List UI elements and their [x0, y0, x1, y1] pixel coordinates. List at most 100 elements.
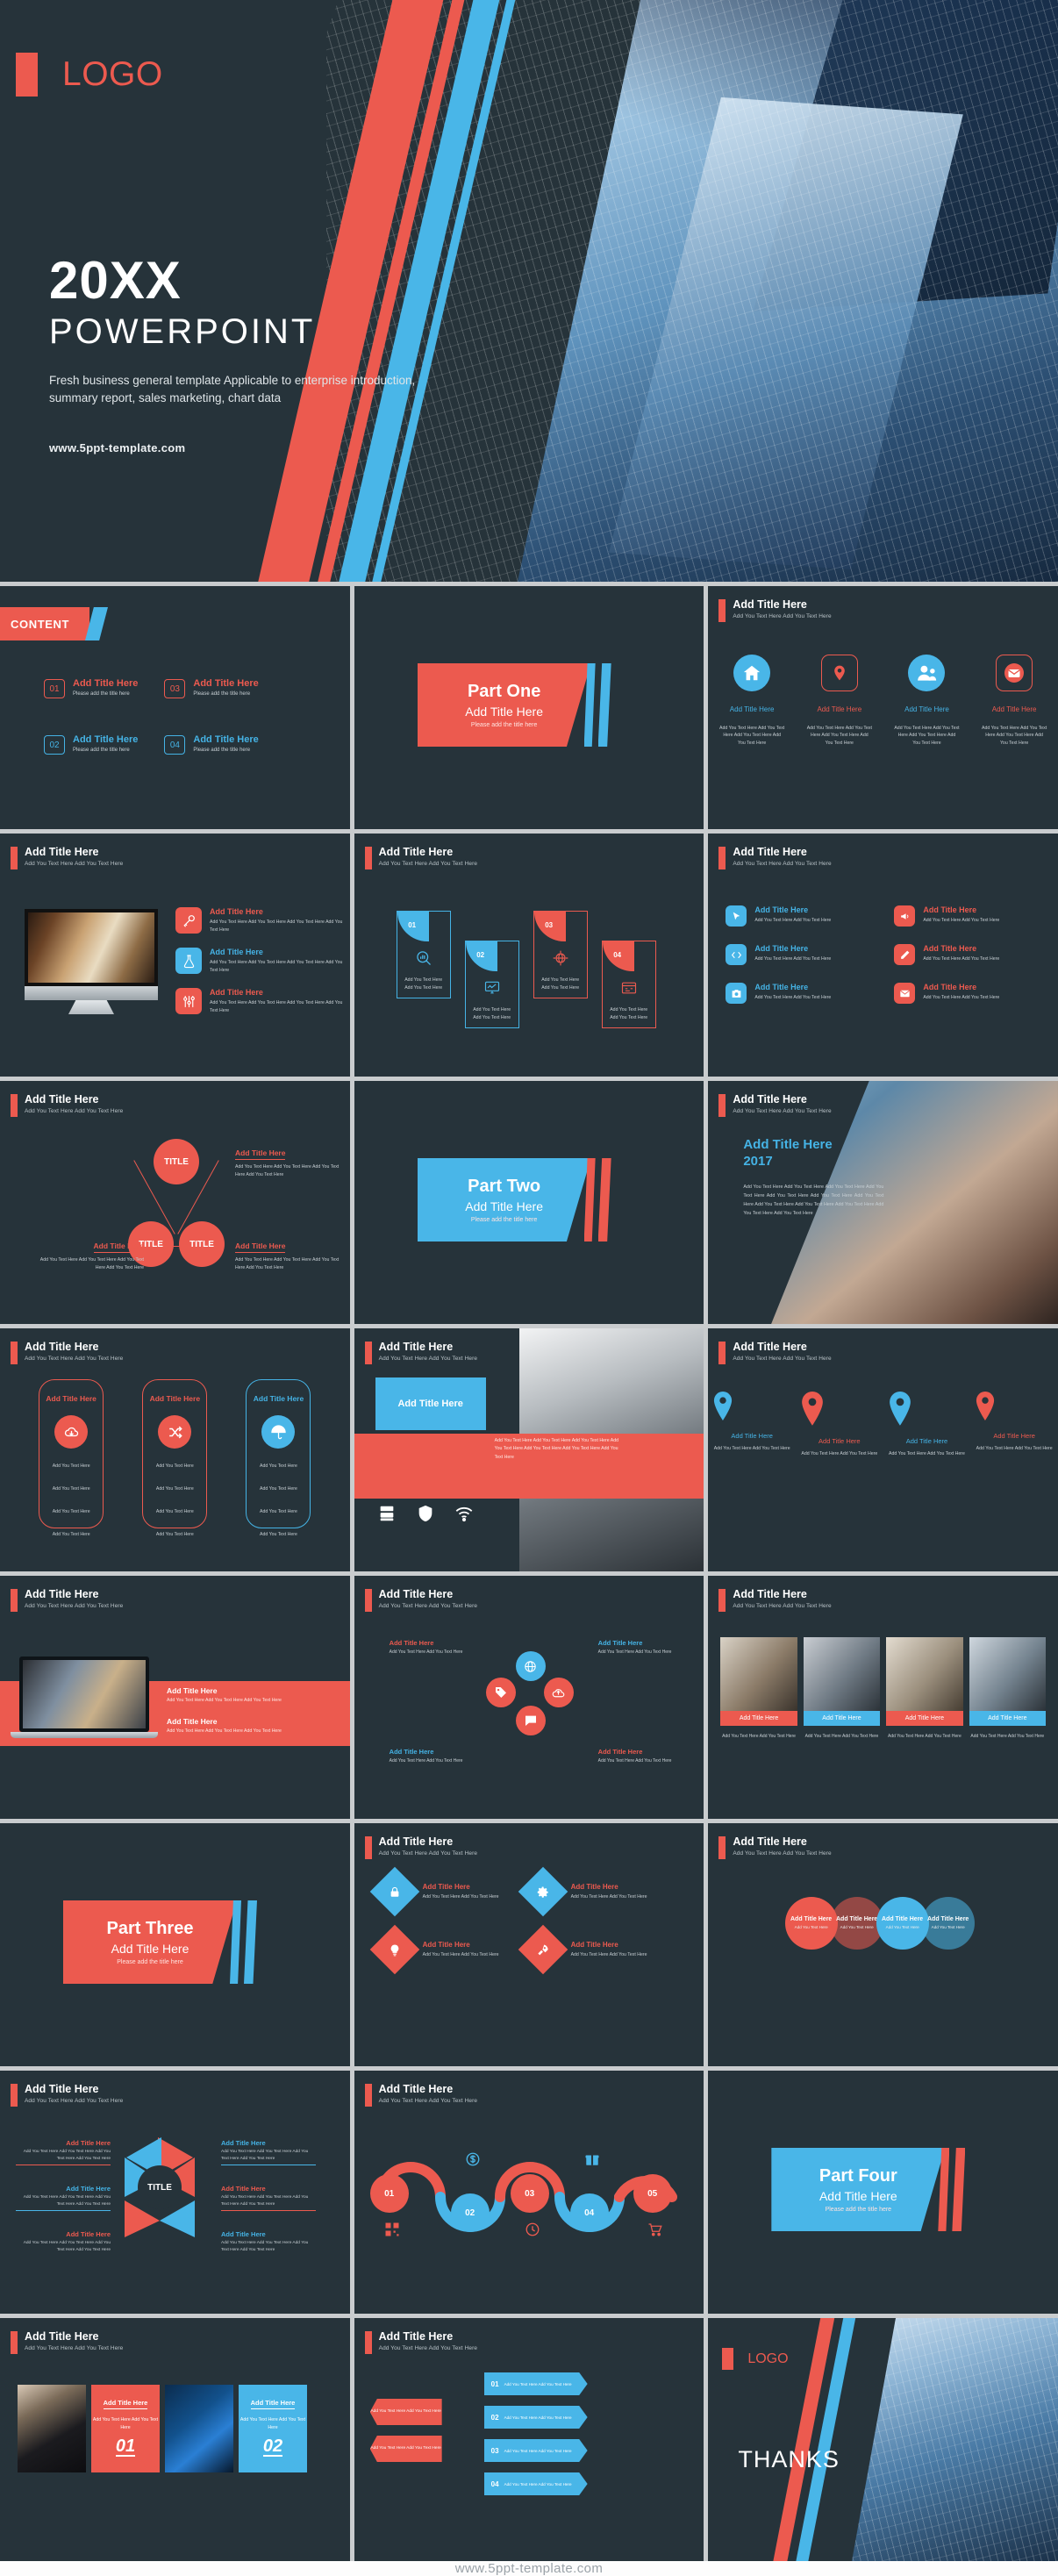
- list-item[interactable]: Add Title Here Add You Text Here Add You…: [886, 1637, 963, 1741]
- list-item[interactable]: Add Title Here Add You Text Here Add You…: [175, 988, 350, 1015]
- list-item[interactable]: Add Title Here Add You Text Here Add You…: [894, 905, 999, 927]
- thumb-text: Add You Text Here Add You Text Here: [804, 1734, 879, 1739]
- arrow-item[interactable]: Add You Text Here Add You Text Here: [369, 2436, 442, 2462]
- slide-arrows[interactable]: Add Title Here Add You Text Here Add You…: [354, 2318, 704, 2561]
- card-text: Add You Text Here: [52, 1531, 90, 1537]
- slide-thumbnails[interactable]: Add Title Here Add You Text Here Add You…: [708, 1576, 1058, 1819]
- list-item[interactable]: Add Title Here Add You Text Here Add You…: [801, 655, 878, 747]
- triangle-node[interactable]: TITLE: [154, 1139, 199, 1184]
- list-item[interactable]: Add Title Here Add You Text Here Add You…: [976, 655, 1053, 747]
- slide-band[interactable]: Add Title Here Add You Text Here Add You…: [354, 1328, 704, 1571]
- slide-dual-list[interactable]: Add Title Here Add You Text Here Add You…: [708, 834, 1058, 1077]
- list-item[interactable]: Add Title Here Add You Text Here Add You…: [239, 2385, 307, 2472]
- list-item[interactable]: Add Title Here Add You Text Here: [876, 1897, 929, 1950]
- slide-header: Add Title Here Add You Text Here Add You…: [718, 1093, 832, 1117]
- slide-laptop[interactable]: Add Title Here Add You Text Here Add You…: [0, 1576, 350, 1819]
- tag-icon[interactable]: [485, 1678, 516, 1707]
- slide-rounded-cards[interactable]: Add Title Here Add You Text Here Add You…: [0, 1328, 350, 1571]
- arrow-item[interactable]: 02 Add You Text Here Add You Text Here: [483, 2406, 588, 2429]
- slide-phone[interactable]: Add Title Here Add You Text Here Add You…: [708, 1081, 1058, 1324]
- list-item[interactable]: Add Title Here Add You Text Here: [921, 1897, 975, 1950]
- slide-diamonds[interactable]: Add Title Here Add You Text Here Add You…: [354, 1823, 704, 2066]
- slide-icons-row[interactable]: Add Title Here Add You Text Here Add You…: [708, 586, 1058, 829]
- triangle-node[interactable]: TITLE: [179, 1221, 225, 1267]
- cloud-icon[interactable]: [543, 1678, 574, 1707]
- list-item[interactable]: 01 Add You Text Here Add You Text Here: [396, 911, 451, 998]
- hero-logo[interactable]: LOGO: [16, 53, 163, 97]
- thanks-logo[interactable]: LOGO: [722, 2348, 789, 2370]
- slide-part-one[interactable]: Part One Add Title Here Please add the t…: [354, 586, 704, 829]
- list-item[interactable]: Add Title Here Add You Text Here Add You…: [713, 655, 790, 747]
- slide-part-four[interactable]: Part Four Add Title Here Please add the …: [708, 2071, 1058, 2314]
- list-item[interactable]: Add Title Here Add You Text Here: [830, 1897, 883, 1950]
- slide-triangle[interactable]: Add Title Here Add You Text Here Add You…: [0, 1081, 350, 1324]
- list-item[interactable]: Add Title Here Add You Text Here Add You…: [726, 944, 831, 965]
- globe-icon[interactable]: [515, 1651, 546, 1681]
- card-text: Add You Text Here: [155, 1463, 194, 1469]
- slide-overlap-circles[interactable]: Add Title Here Add You Text Here Add You…: [708, 1823, 1058, 2066]
- slide-pins[interactable]: Add Title Here Add You Text Here Add You…: [708, 1328, 1058, 1571]
- step-number[interactable]: 05: [633, 2174, 672, 2213]
- list-item[interactable]: 03 Add Title Here Please add the title h…: [164, 679, 259, 698]
- list-item[interactable]: Add Title Here Add You Text Here Add You…: [894, 944, 999, 965]
- arrow-item[interactable]: 04 Add You Text Here Add You Text Here: [483, 2472, 588, 2495]
- slide-numbered-cards[interactable]: Add Title Here Add You Text Here Add You…: [354, 834, 704, 1077]
- slide-header: Add Title Here Add You Text Here Add You…: [11, 1093, 123, 1117]
- step-number[interactable]: 03: [510, 2174, 549, 2213]
- list-item[interactable]: 04 Add You Text Here Add You Text Here: [601, 941, 656, 1028]
- slide-part-three[interactable]: Part Three Add Title Here Please add the…: [0, 1823, 350, 2066]
- quadrant-label: Add Title Here Add You Text Here Add You…: [598, 1639, 686, 1657]
- list-item[interactable]: Add Title Here Add You Text Here Add You…: [711, 1392, 792, 1457]
- step-number[interactable]: 02: [450, 2193, 490, 2232]
- slide-monitor[interactable]: Add Title Here Add You Text Here Add You…: [0, 834, 350, 1077]
- step-number[interactable]: 04: [569, 2193, 609, 2232]
- list-item[interactable]: Add Title Here Add You Text Here Add You…: [726, 905, 831, 927]
- list-item[interactable]: Add Title Here Add You Text Here Add You…: [974, 1392, 1054, 1457]
- desk-notebook-photo: [28, 912, 154, 983]
- list-item[interactable]: Add Title Here Add You Text Here Add You…: [969, 1637, 1047, 1741]
- list-item[interactable]: 02 Add Title Here Please add the title h…: [44, 735, 138, 755]
- slide-people-cards[interactable]: Add Title Here Add You Text Here Add You…: [0, 2318, 350, 2561]
- slide-thanks[interactable]: LOGO THANKS: [708, 2318, 1058, 2561]
- chat-icon[interactable]: [515, 1706, 546, 1735]
- wifi-icon[interactable]: [454, 1504, 474, 1523]
- phone-headline-year: 2017: [743, 1153, 773, 1169]
- server-icon[interactable]: [377, 1504, 397, 1523]
- list-item[interactable]: Add Title Here Add You Text Here Add You…: [803, 1637, 881, 1741]
- slide-wave-process[interactable]: Add Title Here Add You Text Here Add You…: [354, 2071, 704, 2314]
- list-item[interactable]: Add Title Here Add You Text Here Add You…: [889, 655, 966, 747]
- list-item[interactable]: Add Title Here Add You Text Here Add You…: [518, 1866, 647, 1917]
- list-item[interactable]: Add Title Here Add You Text Here Add You…: [369, 1924, 499, 1975]
- list-item[interactable]: 02 Add You Text Here Add You Text Here: [464, 941, 519, 1028]
- list-item[interactable]: Add Title Here Add You Text Here Add You…: [39, 1379, 104, 1537]
- list-item[interactable]: Add Title Here Add You Text Here Add You…: [175, 907, 350, 934]
- shield-icon[interactable]: [416, 1504, 435, 1523]
- list-item[interactable]: Add Title Here Add You Text Here Add You…: [799, 1392, 880, 1457]
- list-item[interactable]: Add Title Here Add You Text Here Add You…: [246, 1379, 311, 1537]
- key-icon: [175, 907, 202, 934]
- arrow-item[interactable]: Add You Text Here Add You Text Here: [369, 2399, 442, 2425]
- arrow-item[interactable]: 03 Add You Text Here Add You Text Here: [483, 2439, 588, 2462]
- list-item[interactable]: Add Title Here Add You Text Here: [784, 1897, 838, 1950]
- list-item[interactable]: Add Title Here Add You Text Here Add You…: [894, 983, 999, 1004]
- list-item[interactable]: 01 Add Title Here Please add the title h…: [44, 679, 138, 698]
- list-item[interactable]: Add Title Here Add You Text Here Add You…: [887, 1392, 968, 1457]
- list-item[interactable]: Add Title Here Add You Text Here Add You…: [726, 983, 831, 1004]
- list-item[interactable]: 03 Add You Text Here Add You Text Here: [533, 911, 588, 998]
- list-item[interactable]: Add Title Here Add You Text Here Add You…: [142, 1379, 208, 1537]
- list-item[interactable]: Add Title Here Add You Text Here Add You…: [91, 2385, 160, 2472]
- list-item[interactable]: Add Title Here Add You Text Here Add You…: [175, 948, 350, 975]
- part-sub: Please add the title here: [825, 2207, 892, 2213]
- slide-hexagon[interactable]: Add Title Here Add You Text Here Add You…: [0, 2071, 350, 2314]
- hero-slide[interactable]: LOGO 20XX POWERPOINT Fresh business gene…: [0, 0, 1058, 582]
- slide-content[interactable]: CONTENT 01 Add Title Here Please add the…: [0, 586, 350, 829]
- slide-subtitle: Add You Text Here Add You Text Here: [733, 861, 832, 868]
- list-item[interactable]: 04 Add Title Here Please add the title h…: [164, 735, 259, 755]
- slide-part-two[interactable]: Part Two Add Title Here Please add the t…: [354, 1081, 704, 1324]
- list-item[interactable]: Add Title Here Add You Text Here Add You…: [518, 1924, 647, 1975]
- slide-circle-cluster[interactable]: Add Title Here Add You Text Here Add You…: [354, 1576, 704, 1819]
- arrow-item[interactable]: 01 Add You Text Here Add You Text Here: [483, 2372, 588, 2395]
- list-item[interactable]: Add Title Here Add You Text Here Add You…: [720, 1637, 797, 1741]
- list-item[interactable]: Add Title Here Add You Text Here Add You…: [369, 1866, 499, 1917]
- step-number[interactable]: 01: [369, 2174, 409, 2213]
